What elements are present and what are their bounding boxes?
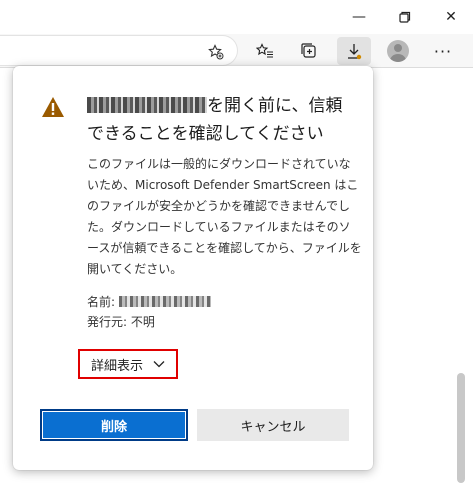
file-name-row: 名前: <box>87 292 357 312</box>
dialog-description: このファイルは一般的にダウンロードされていないため、Microsoft Defe… <box>87 157 362 276</box>
collections-icon <box>301 43 316 58</box>
file-metadata: 名前: 発行元: 不明 <box>87 292 357 332</box>
redacted-file-value <box>118 296 211 307</box>
cancel-button[interactable]: キャンセル <box>197 409 349 441</box>
redacted-file-name <box>87 97 207 113</box>
minimize-icon: — <box>352 9 366 25</box>
avatar <box>387 40 409 62</box>
minimize-button[interactable]: — <box>335 0 383 34</box>
file-name-label: 名前: <box>87 295 116 309</box>
collections-button[interactable] <box>294 37 324 65</box>
scrollbar-thumb[interactable] <box>457 373 465 483</box>
chevron-down-icon <box>153 361 165 368</box>
download-icon <box>348 44 362 60</box>
more-menu-button[interactable]: ··· <box>428 37 458 65</box>
address-bar[interactable] <box>0 35 238 66</box>
favorites-button[interactable] <box>250 37 280 65</box>
more-icon: ··· <box>433 41 453 61</box>
dialog-title: を開く前に、信頼できることを確認してください <box>87 92 357 148</box>
close-window-button[interactable]: ✕ <box>427 0 473 34</box>
restore-icon <box>399 11 411 23</box>
warning-icon <box>42 97 64 117</box>
smartscreen-warning-dialog: を開く前に、信頼できることを確認してください このファイルは一般的にダウンロード… <box>13 66 373 470</box>
profile-button[interactable] <box>383 37 413 65</box>
publisher-label: 発行元: <box>87 315 128 329</box>
restore-button[interactable] <box>381 0 429 34</box>
title-bar: — ✕ <box>0 0 473 34</box>
publisher-row: 発行元: 不明 <box>87 312 357 332</box>
star-add-icon <box>208 44 224 60</box>
show-details-label: 詳細表示 <box>90 358 143 374</box>
downloads-button[interactable] <box>337 37 371 65</box>
favorites-icon <box>256 43 273 58</box>
publisher-value: 不明 <box>130 315 155 329</box>
add-favorite-button[interactable] <box>206 42 226 62</box>
delete-button[interactable]: 削除 <box>40 409 188 441</box>
close-icon: ✕ <box>445 9 457 25</box>
browser-toolbar: ··· <box>0 34 473 68</box>
show-details-button[interactable]: 詳細表示 <box>78 349 178 379</box>
